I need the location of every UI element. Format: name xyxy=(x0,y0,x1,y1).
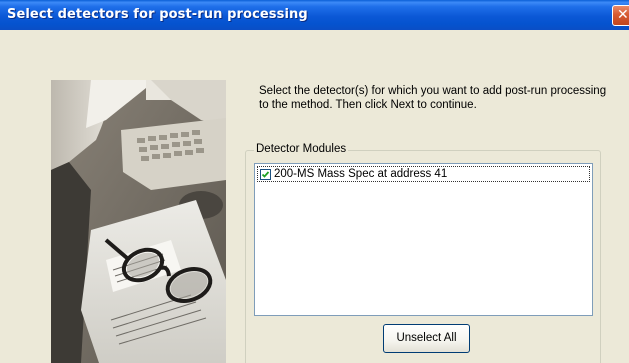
detector-checkbox[interactable] xyxy=(260,169,271,180)
detector-list[interactable]: 200-MS Mass Spec at address 41 xyxy=(254,163,593,316)
title-bar[interactable]: Select detectors for post-run processing… xyxy=(0,0,629,30)
checkmark-icon xyxy=(261,171,270,178)
detector-modules-label: Detector Modules xyxy=(254,143,349,155)
dialog-window: Select detectors for post-run processing… xyxy=(0,0,629,363)
office-desk-photo xyxy=(51,80,226,363)
window-title: Select detectors for post-run processing xyxy=(7,7,308,22)
close-icon: ✕ xyxy=(617,7,629,23)
close-button[interactable]: ✕ xyxy=(612,5,629,26)
detector-item-label: 200-MS Mass Spec at address 41 xyxy=(274,168,448,180)
list-item[interactable]: 200-MS Mass Spec at address 41 xyxy=(257,166,590,182)
unselect-all-button[interactable]: Unselect All xyxy=(383,324,470,353)
instruction-text: Select the detector(s) for which you wan… xyxy=(259,85,607,111)
